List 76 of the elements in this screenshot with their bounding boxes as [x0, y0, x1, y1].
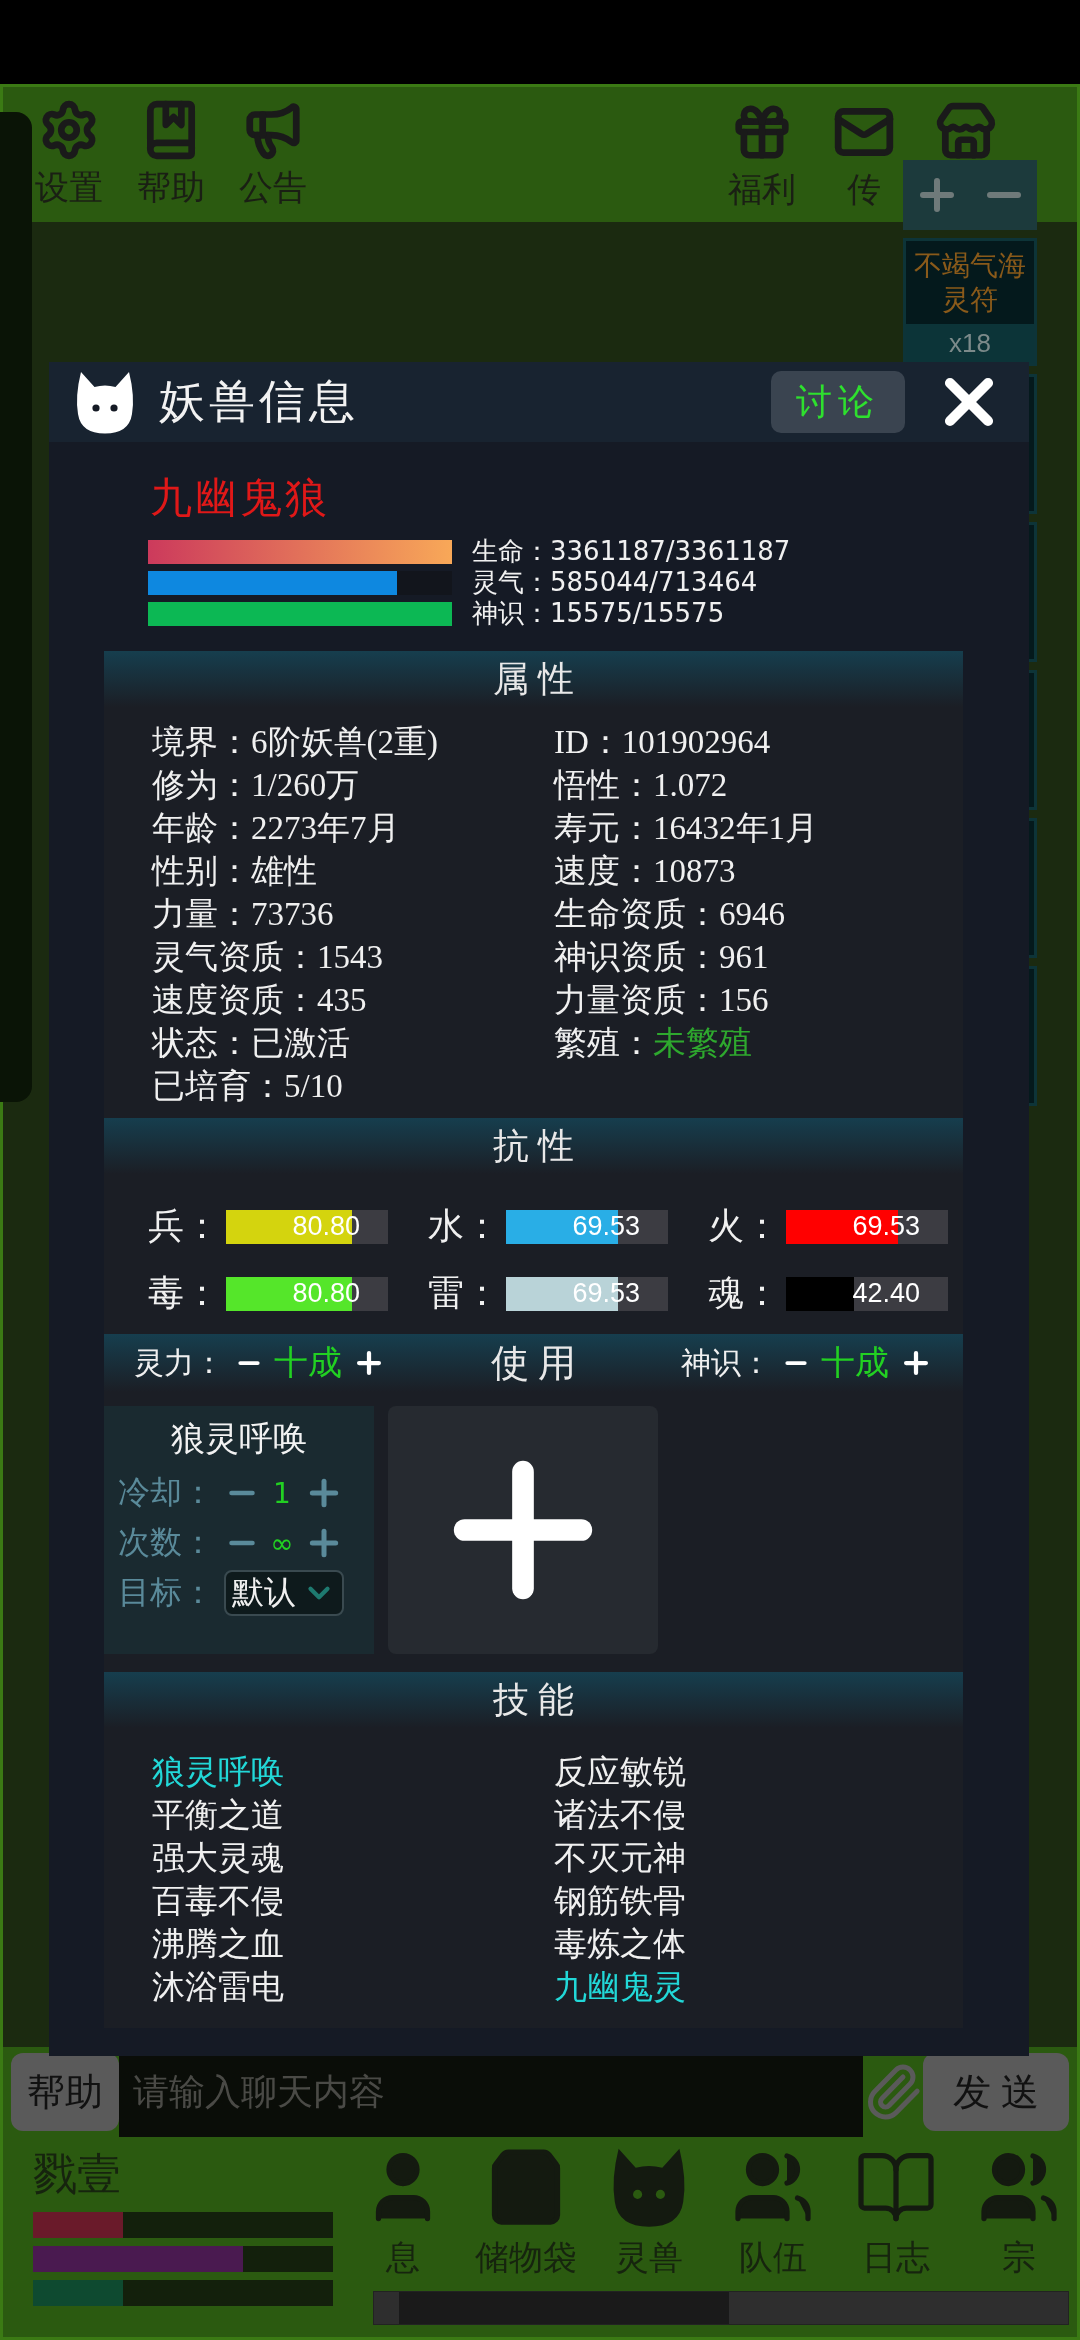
skill-name[interactable]: 平衡之道: [152, 1793, 554, 1836]
power-label: 灵力：: [134, 1344, 224, 1381]
resistance-label: 魂：: [708, 1272, 772, 1315]
resistance-label: 水：: [428, 1205, 492, 1248]
sense-label: 神识：: [681, 1344, 771, 1381]
skill-name[interactable]: 反应敏锐: [554, 1750, 963, 1793]
resistance-label: 火：: [708, 1205, 772, 1248]
attribute-value: 1.072: [653, 767, 728, 804]
skill-name[interactable]: 强大灵魂: [152, 1836, 554, 1879]
add-skill-button[interactable]: [388, 1406, 658, 1654]
times-label: 次数：: [118, 1523, 214, 1562]
scroll-bar[interactable]: [373, 2291, 1069, 2325]
attribute-value: 1/260万: [251, 766, 360, 805]
skill-slot-title: 狼灵呼唤: [170, 1419, 308, 1459]
attribute-label: 速度资质：: [152, 981, 317, 1020]
attribute-label: 速度：: [554, 852, 653, 891]
skill-name[interactable]: 九幽鬼灵: [554, 1965, 963, 2008]
skill-name[interactable]: 狼灵呼唤: [152, 1750, 554, 1793]
skill-name[interactable]: 百毒不侵: [152, 1879, 554, 1922]
discuss-button[interactable]: 讨论: [771, 371, 905, 433]
attribute-value: 5/10: [284, 1068, 343, 1105]
skill-name[interactable]: 诸法不侵: [554, 1793, 963, 1836]
resistance-label: 雷：: [428, 1272, 492, 1315]
pet-name: 九幽鬼狼: [150, 474, 331, 523]
skill-name[interactable]: 钢筋铁骨: [554, 1879, 963, 1922]
attribute-label: ID：: [554, 723, 622, 762]
attribute-value: 435: [317, 982, 367, 1019]
times-value: ∞: [270, 1526, 294, 1560]
item-name: 不竭气海灵符: [913, 249, 1027, 317]
skill-name[interactable]: 沐浴雷电: [152, 1965, 554, 2008]
attribute-value: 16432年1月: [653, 809, 818, 848]
attribute-value: 961: [719, 939, 769, 976]
attribute-value: 雄性: [251, 852, 317, 891]
attribute-value: 101902964: [621, 724, 771, 761]
attribute-label: 境界：: [152, 723, 251, 762]
attribute-value: 6946: [719, 896, 785, 933]
skill-name[interactable]: 毒炼之体: [554, 1922, 963, 1965]
attribute-label: 神识资质：: [554, 938, 719, 977]
attribute-label: 生命资质：: [554, 895, 719, 934]
resistance-label: 毒：: [148, 1272, 212, 1315]
stat-label: 神识：15575/15575: [472, 597, 725, 630]
cooldown-value: 1: [272, 1476, 292, 1510]
target-dropdown[interactable]: 默认: [224, 1570, 344, 1616]
attribute-label: 修为：: [152, 766, 251, 805]
stat-label: 生命：3361187/3361187: [472, 535, 791, 568]
attribute-label: 灵气资质：: [152, 938, 317, 977]
attribute-label: 已培育：: [152, 1067, 284, 1106]
stat-label: 灵气：585044/713464: [472, 566, 758, 599]
attribute-label: 性别：: [152, 852, 251, 891]
skill-name[interactable]: 不灭元神: [554, 1836, 963, 1879]
attribute-value: 73736: [251, 896, 334, 933]
resistance-value: 42.40: [852, 1278, 920, 1309]
attribute-label: 年龄：: [152, 809, 251, 848]
attribute-label: 力量：: [152, 895, 251, 934]
attribute-label: 悟性：: [554, 766, 653, 805]
target-label: 目标：: [118, 1573, 214, 1612]
sense-value: 十成: [821, 1343, 889, 1383]
skill-name[interactable]: 沸腾之血: [152, 1922, 554, 1965]
use-title: 使 用: [489, 1340, 578, 1386]
attribute-value: 1543: [317, 939, 383, 976]
item-count: x18: [906, 324, 1034, 364]
attribute-label: 力量资质：: [554, 981, 719, 1020]
dialog-title: 妖兽信息: [159, 375, 360, 429]
attribute-label: 繁殖：: [554, 1024, 653, 1063]
attribute-label: 状态：: [152, 1024, 251, 1063]
attribute-value: 6阶妖兽(2重): [251, 723, 438, 762]
attribute-label: 寿元：: [554, 809, 653, 848]
attribute-value: 10873: [653, 853, 736, 890]
attribute-value: 156: [719, 982, 769, 1019]
cooldown-label: 冷却：: [118, 1473, 214, 1512]
attribute-value: 已激活: [251, 1024, 350, 1063]
power-value: 十成: [274, 1343, 342, 1383]
resistance-label: 兵：: [148, 1205, 212, 1248]
item-card[interactable]: 不竭气海灵符 x18: [903, 238, 1037, 367]
attribute-value: 未繁殖: [653, 1024, 752, 1063]
attribute-value: 2273年7月: [251, 809, 400, 848]
